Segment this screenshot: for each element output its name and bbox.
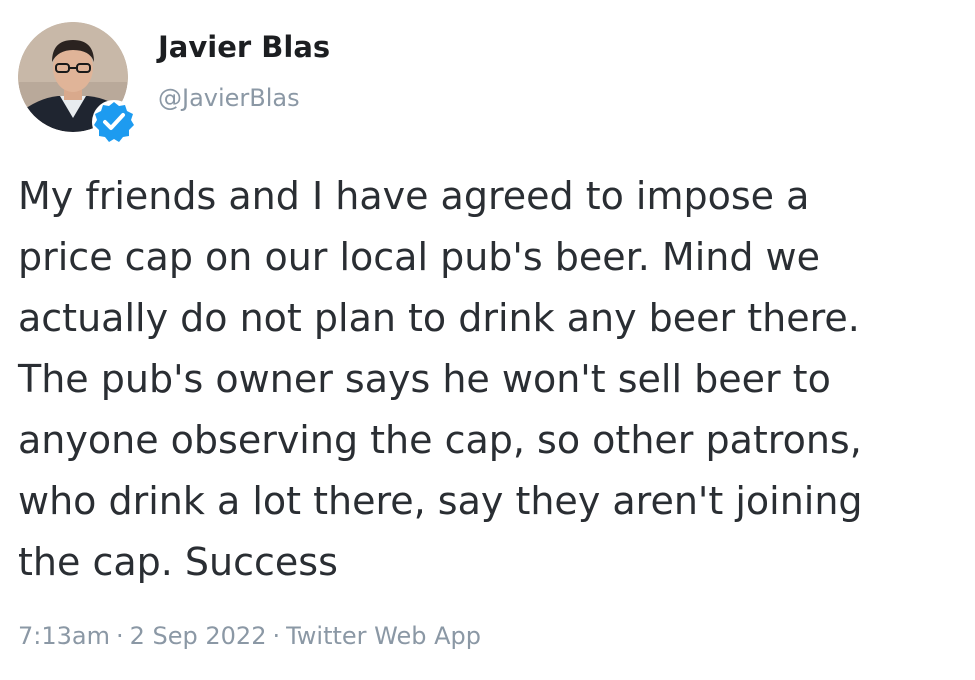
tweet-time[interactable]: 7:13am [18, 622, 110, 650]
meta-separator: · [115, 622, 124, 650]
meta-separator: · [272, 622, 281, 650]
tweet-meta: 7:13am · 2 Sep 2022 · Twitter Web App [18, 622, 481, 650]
tweet-text: My friends and I have agreed to impose a… [18, 174, 863, 584]
author-handle[interactable]: @JavierBlas [158, 84, 300, 112]
tweet-source[interactable]: Twitter Web App [286, 622, 481, 650]
avatar-container[interactable] [18, 22, 136, 144]
tweet-card: Javier Blas @JavierBlas My friends and I… [0, 0, 975, 680]
author-name[interactable]: Javier Blas [158, 30, 330, 64]
verified-badge-icon [92, 100, 136, 144]
tweet-date[interactable]: 2 Sep 2022 [130, 622, 267, 650]
